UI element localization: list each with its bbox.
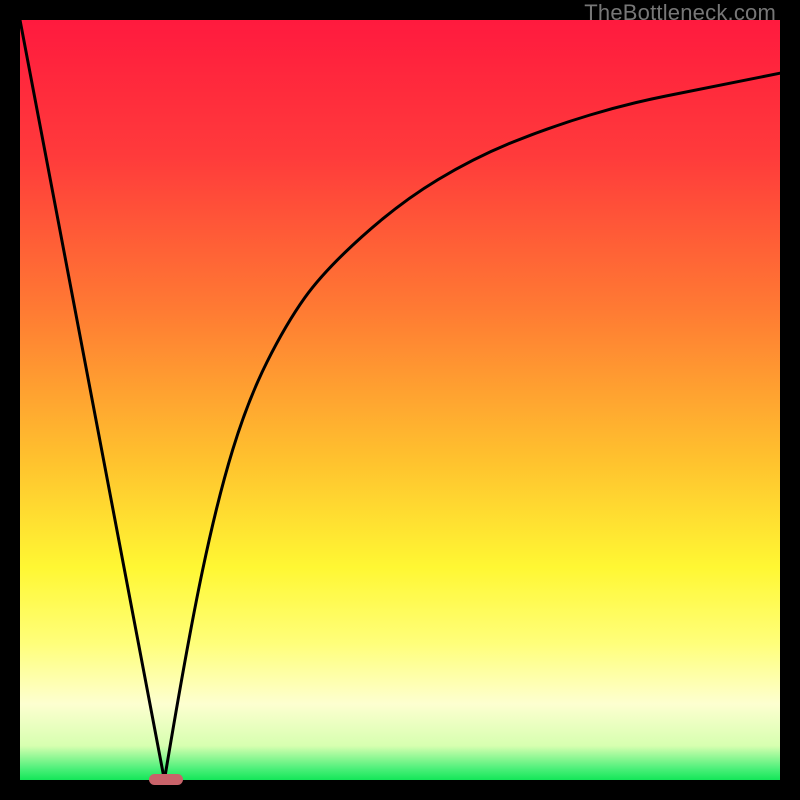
watermark-text: TheBottleneck.com <box>584 0 776 26</box>
chart-container: TheBottleneck.com <box>0 0 800 800</box>
plot-area <box>20 20 780 780</box>
optimum-marker <box>149 774 183 785</box>
bottleneck-curve <box>20 20 780 780</box>
